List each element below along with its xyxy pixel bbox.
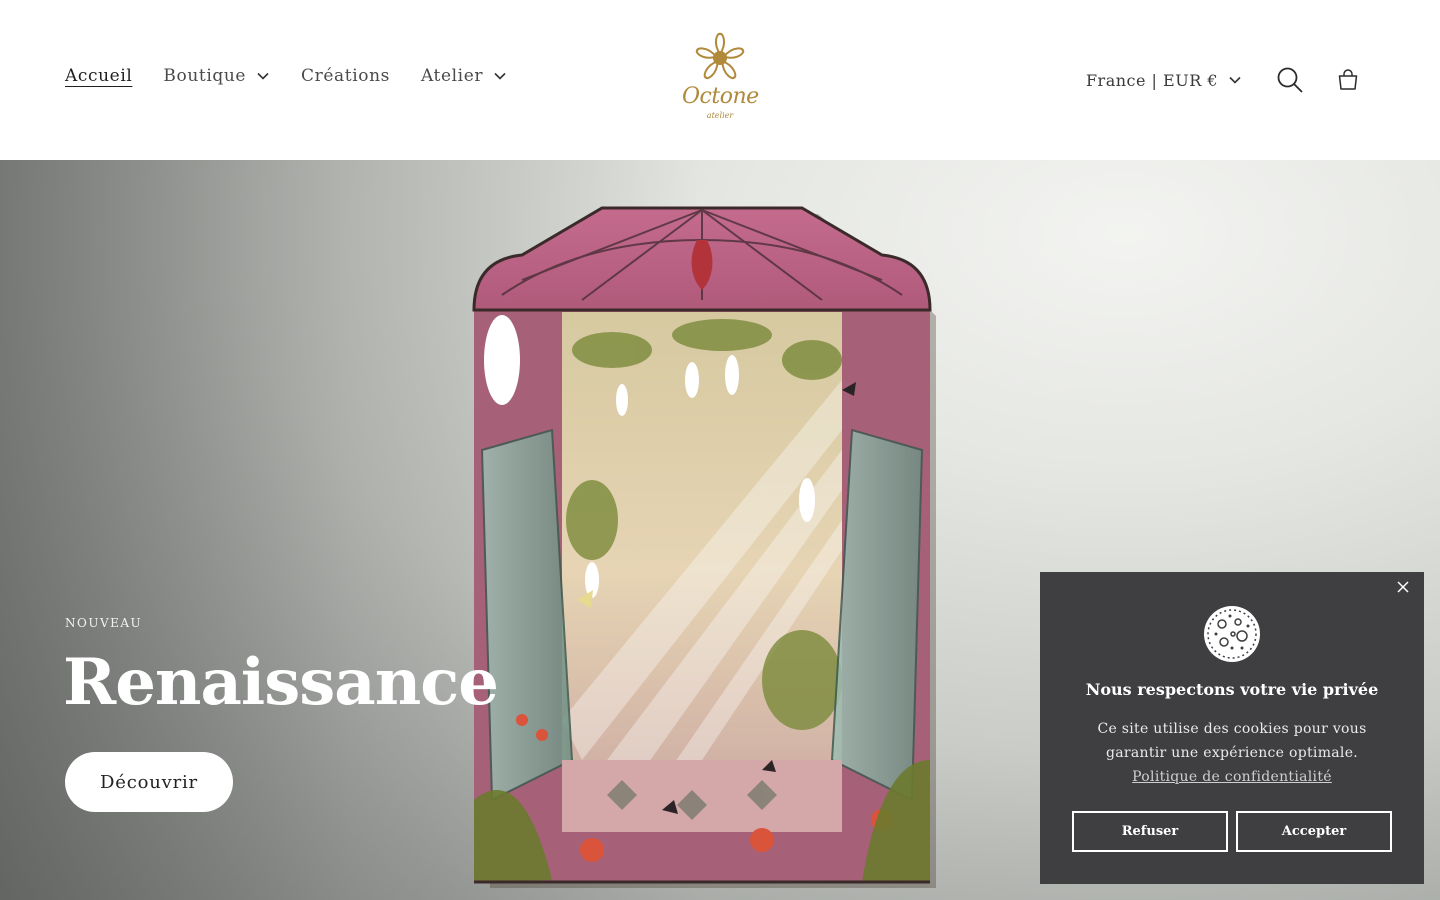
- logo-subtitle: atelier: [706, 111, 734, 120]
- hero-kicker: NOUVEAU: [65, 616, 143, 630]
- discover-button[interactable]: Découvrir: [65, 752, 233, 812]
- site-logo[interactable]: Octone atelier: [682, 30, 759, 126]
- search-icon: [1277, 67, 1303, 93]
- nav-label-accueil: Accueil: [65, 66, 133, 86]
- country-label: France | EUR €: [1085, 70, 1218, 90]
- cart-icon: [1338, 69, 1358, 90]
- header-tools: France | EUR €: [1086, 58, 1370, 102]
- chevron-down-icon: [1229, 76, 1241, 84]
- cookie-text: Ce site utilise des cookies pour vous ga…: [1097, 721, 1367, 761]
- nav-label-atelier: Atelier: [420, 66, 484, 86]
- main-nav: Accueil Boutique Créations Atelier: [65, 66, 538, 86]
- stained-glass-mirror-artwork: [472, 206, 936, 888]
- cookie-banner: Nous respectons votre vie privée Ce site…: [1040, 572, 1424, 884]
- logo-flower-icon: [695, 32, 745, 80]
- cookie-icon: [1204, 606, 1260, 662]
- close-icon[interactable]: [1394, 578, 1412, 596]
- nav-item-accueil[interactable]: Accueil: [65, 66, 132, 86]
- cookie-title: Nous respectons votre vie privée: [1085, 680, 1379, 699]
- chevron-down-icon: [494, 72, 506, 80]
- nav-label-boutique: Boutique: [163, 66, 247, 86]
- accept-cookies-button[interactable]: Accepter: [1236, 811, 1392, 852]
- privacy-policy-link[interactable]: Politique de confidentialité: [1040, 769, 1424, 785]
- nav-item-atelier[interactable]: Atelier: [421, 66, 507, 86]
- search-button[interactable]: [1268, 58, 1312, 102]
- chevron-down-icon: [257, 72, 269, 80]
- nav-item-boutique[interactable]: Boutique: [163, 66, 270, 86]
- hero-title: Renaissance: [63, 645, 499, 720]
- logo-wordmark: Octone: [682, 84, 759, 109]
- site-header: Accueil Boutique Créations Atelier Octon…: [0, 0, 1440, 160]
- cart-button[interactable]: [1326, 58, 1370, 102]
- nav-item-creations[interactable]: Créations: [301, 66, 390, 86]
- nav-label-creations: Créations: [301, 66, 390, 86]
- country-currency-selector[interactable]: France | EUR €: [1086, 71, 1242, 90]
- refuse-cookies-button[interactable]: Refuser: [1072, 811, 1228, 852]
